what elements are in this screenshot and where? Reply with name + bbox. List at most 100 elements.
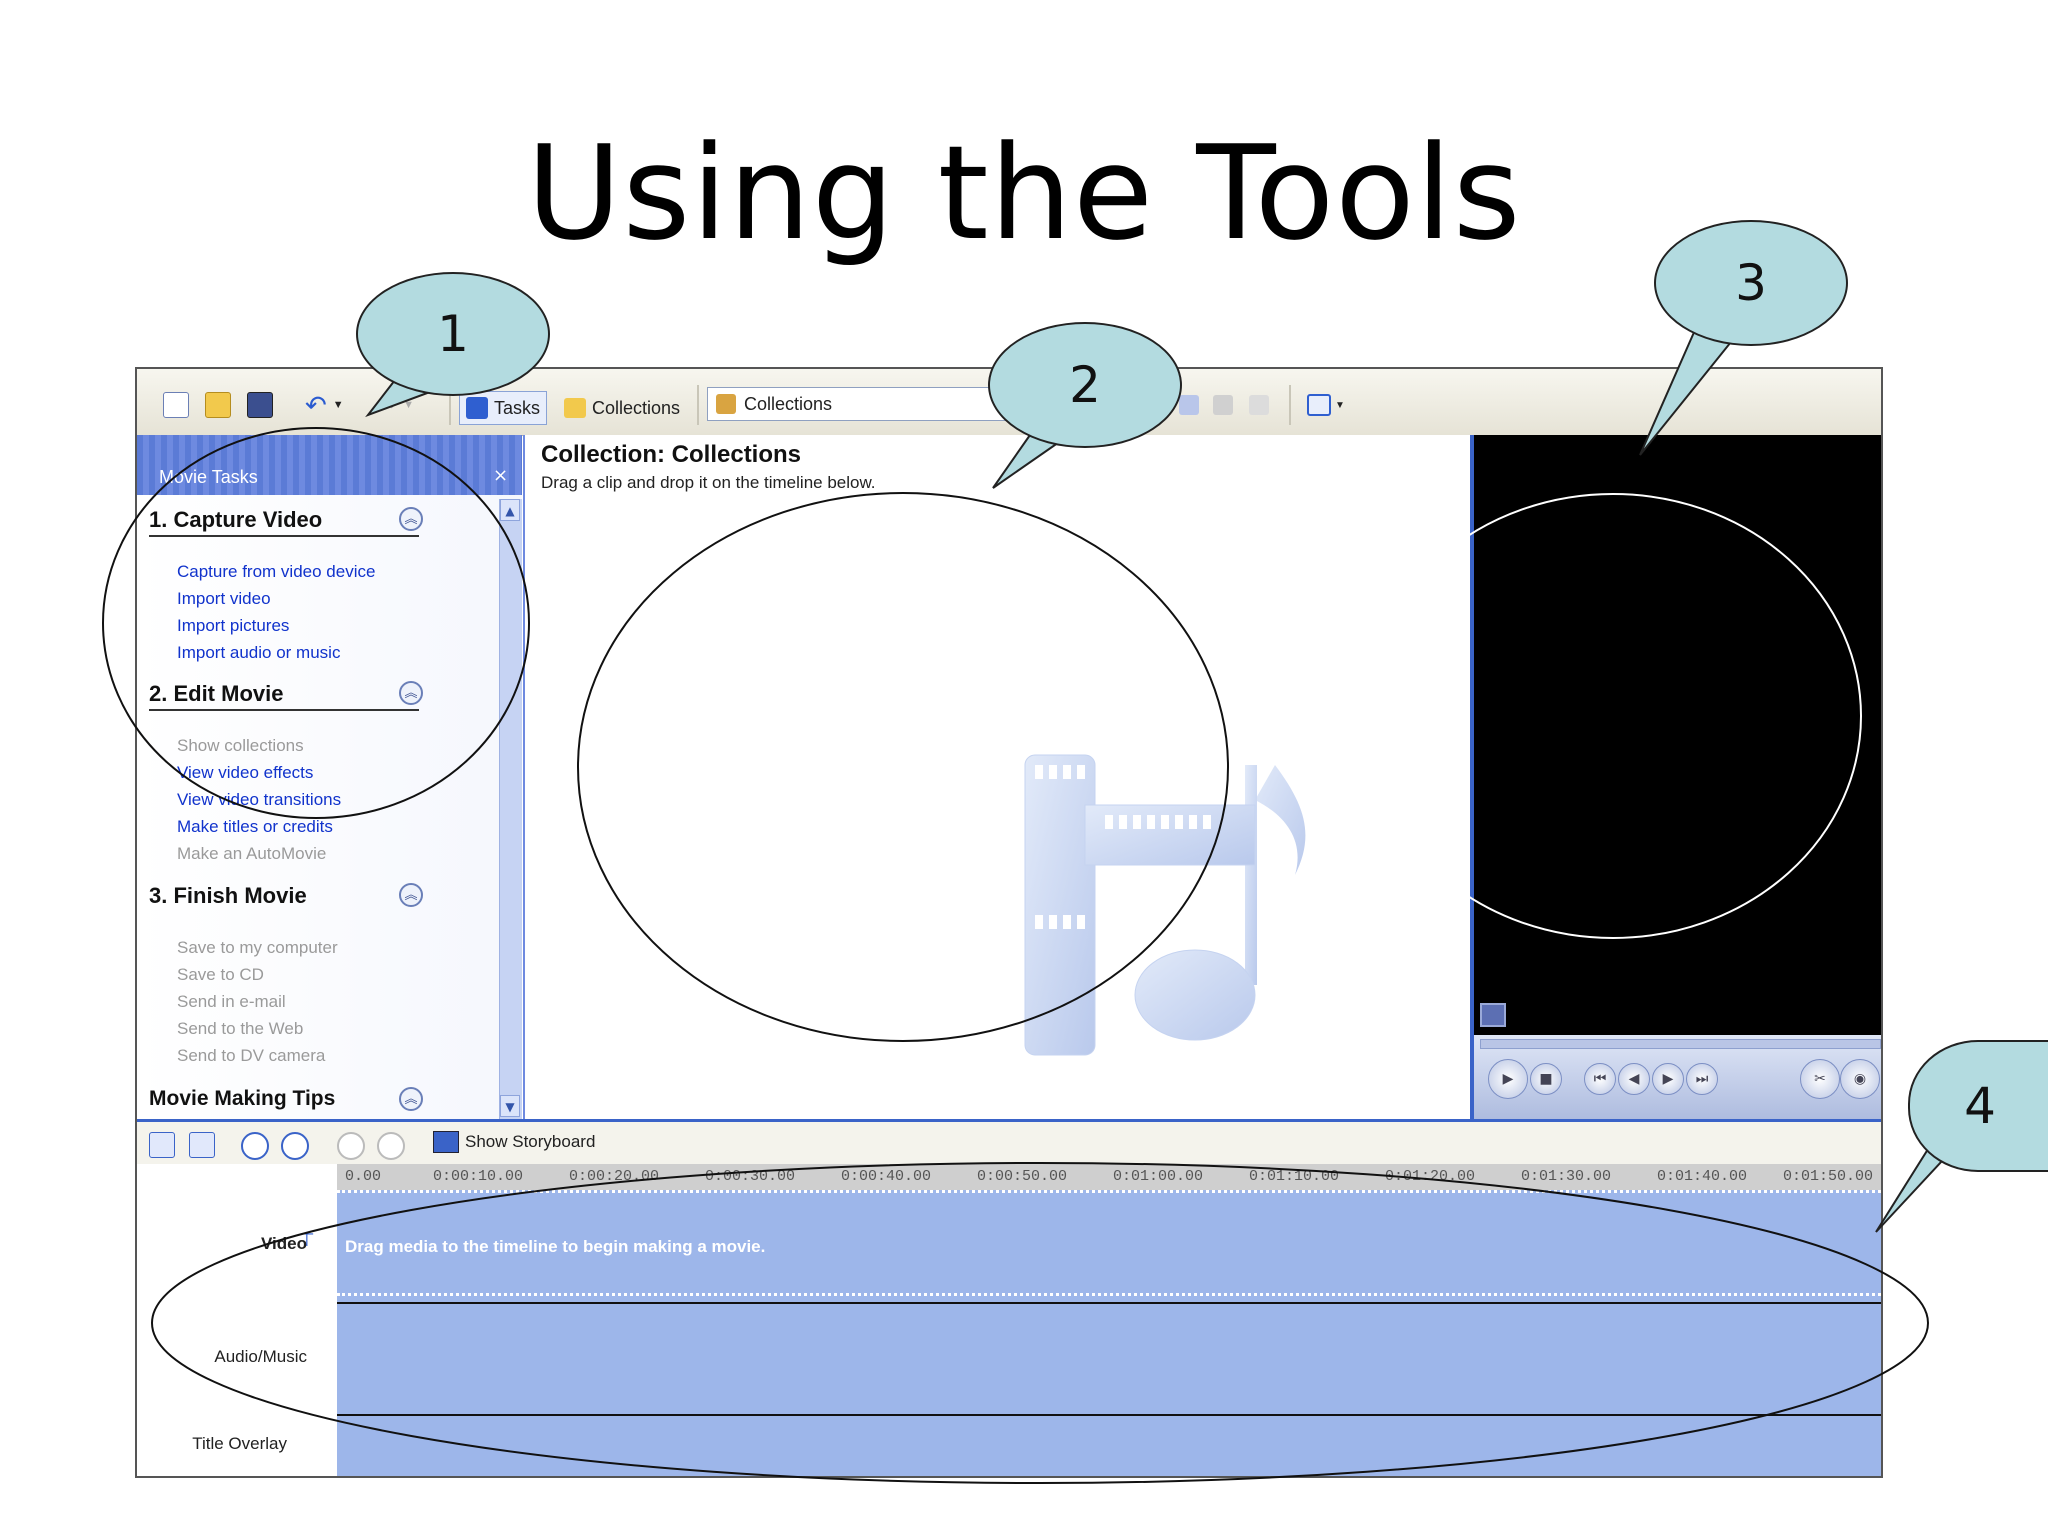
collection-up-button[interactable] [1179,391,1199,419]
callout-1-bubble: 1 [356,272,550,396]
tasks-button[interactable]: Tasks [459,391,548,425]
link-import-video[interactable]: Import video [177,589,271,609]
title-overlay-track[interactable] [337,1414,1881,1476]
open-project-button[interactable] [205,391,231,419]
movie-making-tips-title[interactable]: Movie Making Tips [149,1087,419,1113]
zoom-out-icon[interactable] [281,1132,309,1160]
ruler-tick: 0:00:20.00 [569,1168,660,1185]
split-clip-button[interactable]: ✂ [1800,1059,1840,1099]
time-ruler[interactable]: 0.00 0:00:10.00 0:00:20.00 0:00:30.00 0:… [337,1164,1881,1191]
zoom-in-icon[interactable] [241,1132,269,1160]
views-button[interactable]: ▼ [1307,391,1345,419]
collapse-chevron-icon[interactable]: ︽ [399,883,423,907]
collection-hint: Drag a clip and drop it on the timeline … [541,473,876,492]
forward-button[interactable]: ▶ [1652,1063,1684,1095]
chevron-down-icon: ▼ [332,399,344,411]
show-storyboard-button[interactable]: Show Storyboard [433,1131,595,1153]
new-collection-button[interactable] [1213,391,1233,419]
previous-frame-button[interactable]: ⏮ [1584,1063,1616,1095]
set-audio-levels-icon[interactable] [149,1132,175,1158]
collapse-chevron-icon[interactable]: ︽ [399,1087,423,1111]
scroll-down-icon[interactable]: ▼ [500,1095,520,1117]
callout-4-bubble: 4 [1908,1040,2048,1172]
ruler-tick: 0:01:50.00 [1783,1168,1874,1185]
scroll-up-icon[interactable]: ▲ [500,499,520,521]
link-send-dv-camera[interactable]: Send to DV camera [177,1046,325,1066]
take-picture-icon[interactable] [1480,1003,1506,1027]
film-music-watermark-icon [1024,754,1306,1056]
seek-bar[interactable] [1480,1039,1881,1049]
ruler-tick: 0:01:20.00 [1385,1168,1476,1185]
rewind-timeline-icon[interactable] [337,1132,365,1160]
link-send-email[interactable]: Send in e-mail [177,992,286,1012]
play-button[interactable]: ▶ [1488,1059,1528,1099]
preview-monitor: ▶ ■ ⏮ ◀ ▶ ⏭ ✂ ◉ [1470,435,1881,1119]
collections-dropdown-value: Collections [744,393,833,414]
collapse-chevron-icon[interactable]: ︽ [399,507,423,531]
narrate-microphone-icon[interactable] [189,1132,215,1158]
timeline-toolbar: Show Storyboard [137,1122,1881,1164]
playback-controls: ▶ ■ ⏮ ◀ ▶ ⏭ ✂ ◉ [1474,1035,1881,1119]
stop-button[interactable]: ■ [1530,1063,1562,1095]
move-icon [1249,395,1269,415]
new-project-button[interactable] [163,391,189,419]
link-make-automovie[interactable]: Make an AutoMovie [177,844,326,864]
movie-maker-window: ↶ ▼ ↷ ▼ Tasks Collections Collections ▼ … [135,367,1883,1478]
task-pane-scrollbar[interactable]: ▲ ▼ [499,499,522,1119]
capture-video-section-title[interactable]: 1. Capture Video [149,507,419,537]
tasks-list-icon [466,397,488,419]
audio-track-label: Audio/Music [214,1347,307,1366]
snapshot-button[interactable]: ◉ [1840,1059,1880,1099]
ruler-tick: 0:01:00.00 [1113,1168,1204,1185]
move-collection-button[interactable] [1249,391,1269,419]
link-show-collections[interactable]: Show collections [177,736,304,756]
link-view-video-transitions[interactable]: View video transitions [177,790,341,810]
chevron-down-icon: ▼ [1335,399,1345,411]
link-import-pictures[interactable]: Import pictures [177,616,289,636]
collections-button[interactable]: Collections [557,391,687,425]
link-send-web[interactable]: Send to the Web [177,1019,303,1039]
ruler-tick: 0:00:50.00 [977,1168,1068,1185]
link-make-titles[interactable]: Make titles or credits [177,817,333,837]
collections-label: Collections [592,397,681,418]
callout-3-bubble: 3 [1654,220,1848,346]
expand-track-icon[interactable]: ⊤ [299,1230,315,1251]
link-capture-from-device[interactable]: Capture from video device [177,562,375,582]
finish-movie-section-title[interactable]: 3. Finish Movie [149,883,419,911]
save-disk-icon [247,392,273,418]
redo-icon: ↷ [377,391,398,419]
link-view-video-effects[interactable]: View video effects [177,763,313,783]
new-folder-icon [1213,395,1233,415]
timeline-pane: Show Storyboard 0.00 0:00:10.00 0:00:20.… [137,1119,1881,1476]
save-project-button[interactable] [247,391,273,419]
movie-tasks-title: Movie Tasks [159,467,258,487]
link-save-to-computer[interactable]: Save to my computer [177,938,338,958]
collections-icon [716,394,736,414]
movie-tasks-pane: Movie Tasks × 1. Capture Video ︽ Capture… [137,435,522,1119]
ruler-tick: 0:01:30.00 [1521,1168,1612,1185]
toolbar-divider [1289,385,1291,425]
video-track[interactable]: Drag media to the timeline to begin maki… [337,1190,1881,1303]
new-document-icon [163,392,189,418]
up-level-icon [1179,395,1199,415]
collections-dropdown[interactable]: Collections [707,387,1007,421]
collection-title: Collection: Collections [541,441,802,468]
undo-button[interactable]: ↶ ▼ [305,390,344,420]
callout-2-bubble: 2 [988,322,1182,448]
redo-button[interactable]: ↷ ▼ [377,391,414,419]
storyboard-icon [433,1131,459,1153]
collection-contents-pane: Collection: Collections Drag a clip and … [523,435,1473,1119]
ruler-tick: 0:00:10.00 [433,1168,524,1185]
folder-icon [564,398,586,418]
play-timeline-icon[interactable] [377,1132,405,1160]
link-save-to-cd[interactable]: Save to CD [177,965,264,985]
edit-movie-section-title[interactable]: 2. Edit Movie [149,681,419,711]
link-import-audio[interactable]: Import audio or music [177,643,340,663]
tasks-label: Tasks [494,397,541,418]
close-icon[interactable]: × [493,465,508,486]
audio-music-track[interactable] [337,1302,1881,1414]
rewind-button[interactable]: ◀ [1618,1063,1650,1095]
next-frame-button[interactable]: ⏭ [1686,1063,1718,1095]
collapse-chevron-icon[interactable]: ︽ [399,681,423,705]
ruler-tick: 0:01:40.00 [1657,1168,1748,1185]
